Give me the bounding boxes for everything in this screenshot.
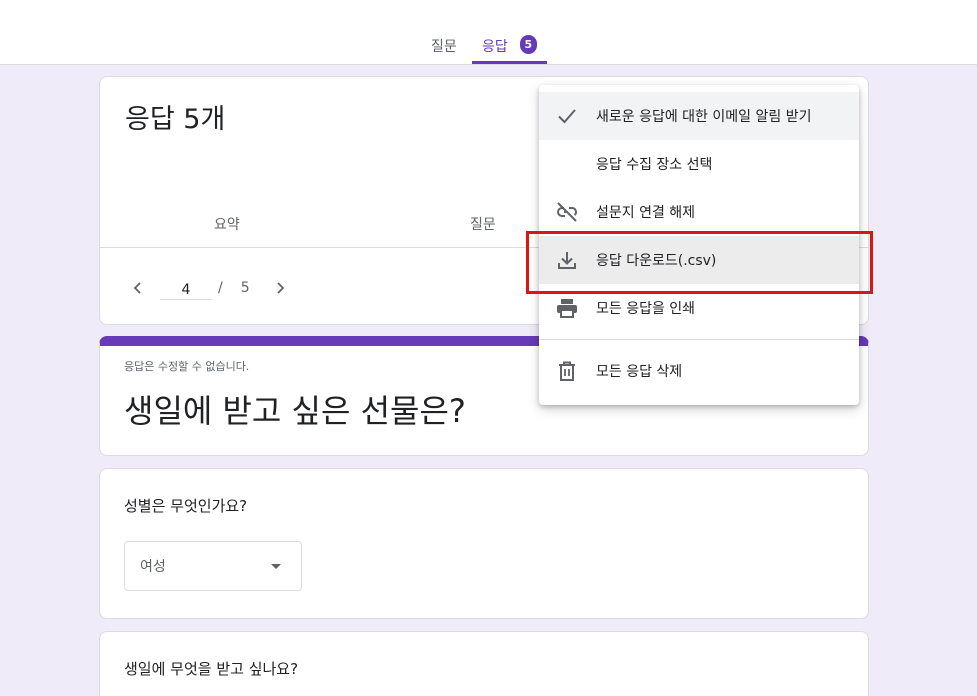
gender-dropdown[interactable]: 여성	[124, 541, 302, 591]
next-response-button[interactable]	[270, 278, 290, 298]
menu-item-label: 응답 수집 장소 선택	[596, 157, 713, 173]
tab-responses-label: 응답	[482, 39, 508, 55]
question-card-gender: 성별은 무엇인가요? 여성	[99, 468, 869, 619]
question-label: 생일에 무엇을 받고 싶나요?	[124, 660, 299, 678]
chevron-right-icon	[277, 282, 284, 294]
subtab-question[interactable]: 질문	[470, 214, 496, 234]
subtab-summary[interactable]: 요약	[214, 214, 240, 234]
chevron-left-icon	[133, 282, 141, 294]
menu-item-unlink-form[interactable]: 설문지 연결 해제	[539, 188, 859, 236]
menu-item-label: 설문지 연결 해제	[596, 205, 696, 221]
readonly-note: 응답은 수정할 수 없습니다.	[124, 360, 250, 373]
unlink-icon	[557, 202, 577, 222]
top-bar: 질문 응답 5	[0, 0, 977, 65]
tab-responses[interactable]: 응답 5	[472, 26, 547, 64]
response-pager: / 5	[128, 275, 290, 301]
menu-item-delete-all[interactable]: 모든 응답 삭제	[539, 347, 859, 395]
previous-response-button[interactable]	[128, 278, 148, 298]
pager-total: 5	[240, 280, 250, 296]
menu-item-label: 모든 응답 삭제	[596, 364, 683, 380]
dropdown-selected-value: 여성	[140, 559, 166, 575]
response-page-input[interactable]	[160, 276, 212, 300]
menu-item-label: 모든 응답을 인쇄	[596, 301, 696, 317]
highlight-box	[526, 231, 873, 294]
menu-item-label: 새로운 응답에 대한 이메일 알림 받기	[596, 109, 812, 125]
form-title: 생일에 받고 싶은 선물은?	[124, 392, 466, 430]
menu-divider	[539, 339, 859, 340]
response-count-heading: 응답 5개	[125, 104, 226, 135]
tab-questions-label: 질문	[431, 39, 457, 55]
responses-count-badge: 5	[519, 35, 537, 54]
trash-icon	[559, 361, 575, 381]
dropdown-arrow-icon	[271, 564, 281, 569]
check-icon	[558, 109, 576, 124]
tab-questions[interactable]: 질문	[431, 26, 457, 64]
pager-separator: /	[218, 280, 223, 296]
menu-item-select-destination[interactable]: 응답 수집 장소 선택	[539, 140, 859, 188]
print-icon	[557, 299, 577, 318]
question-label: 성별은 무엇인가요?	[124, 497, 248, 515]
menu-item-email-notifications[interactable]: 새로운 응답에 대한 이메일 알림 받기	[539, 92, 859, 140]
question-card-gift: 생일에 무엇을 받고 싶나요?	[99, 631, 869, 696]
